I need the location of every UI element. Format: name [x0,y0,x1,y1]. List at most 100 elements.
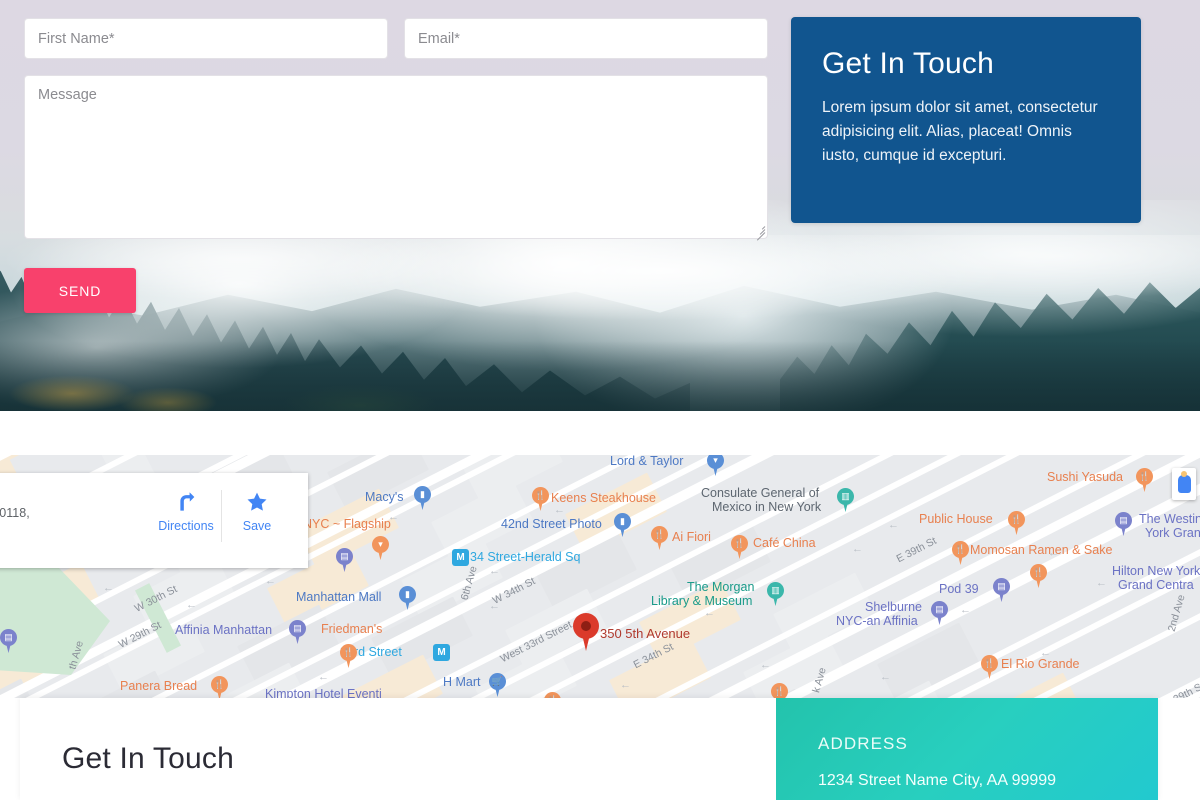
map-direction-arrow: ← [620,679,631,691]
map-poi-pin[interactable]: ▤ [289,620,306,644]
map-label: Kimpton Hotel Eventi [265,687,382,698]
send-button[interactable]: SEND [24,268,136,313]
contact-page: SEND Get In Touch Lorem ipsum dolor sit … [0,0,1200,800]
map-transit-marker[interactable]: M [433,644,450,661]
map-label: Public House [919,512,993,526]
map-poi-pin[interactable]: 🍴 [651,526,668,550]
map-label: Shelburne [865,600,922,614]
foreground-shrub-layer [0,341,1200,411]
map-direction-arrow: ← [318,671,329,683]
map-poi-pin[interactable]: ▤ [0,629,17,653]
save-label: Save [242,519,272,533]
email-input[interactable] [404,18,768,59]
map-direction-arrow: ← [554,504,565,516]
map-poi-pin[interactable]: ▤ [1115,512,1132,536]
first-name-input[interactable] [24,18,388,59]
map-direction-arrow: ← [103,582,114,594]
map-direction-arrow: ← [852,543,863,555]
map-card-title: 5th Ave [0,484,151,500]
bottom-heading: Get In Touch [62,742,234,775]
map-poi-pin[interactable]: ▮ [614,513,631,537]
map-label: NYC-an Affinia [836,614,918,628]
star-icon [222,486,292,518]
map-direction-arrow: ← [150,619,161,631]
map-poi-pin[interactable]: 🍴 [211,676,228,698]
map-poi-pin[interactable]: 🍴 [771,683,788,698]
map-poi-pin[interactable]: ▤ [931,601,948,625]
map-label: Hilton New York [1112,564,1200,578]
map-poi-pin[interactable]: 🍴 [1030,564,1047,588]
map-poi-pin[interactable]: 🍴 [1008,511,1025,535]
map-label: 42nd Street Photo [501,517,602,531]
map-poi-pin[interactable]: 🍴 [340,644,357,668]
address-value: 1234 Street Name City, AA 99999 [818,772,1057,789]
map-label: Friedman's [321,622,383,636]
map-label: Pod 39 [939,582,979,596]
directions-icon [151,486,221,518]
map-direction-arrow: ← [960,604,971,616]
map-poi-pin[interactable]: ▥ [837,488,854,512]
map-direction-arrow: ← [1040,647,1051,659]
map-poi-pin[interactable]: ▤ [336,548,353,572]
directions-button[interactable]: Directions [151,486,221,568]
map-label: Café China [753,536,816,550]
map-poi-pin[interactable]: ▮ [414,486,431,510]
map-label: Affinia Manhattan [175,623,273,637]
map-info-card: 5th Ave h Ave, New York, NY 10118, arger… [0,473,308,568]
map-poi-pin[interactable]: 🍴 [1136,468,1153,492]
get-in-touch-card: Get In Touch Lorem ipsum dolor sit amet,… [791,17,1141,223]
map-direction-arrow: ← [186,599,197,611]
map-label: The Morgan [687,580,755,594]
map-label: 350 5th Avenue [600,626,691,641]
map-poi-pin[interactable]: ▥ [767,582,784,606]
map-poi-pin[interactable]: 🍴 [731,535,748,559]
address-label: ADDRESS [818,734,908,753]
map-label: Sushi Yasuda [1047,470,1123,484]
map-card-address: h Ave, New York, NY 10118, [0,506,30,520]
map-poi-pin[interactable]: ▾ [372,536,389,560]
map-transit-marker[interactable]: M [452,549,469,566]
address-card: ADDRESS 1234 Street Name City, AA 99999 [776,698,1158,800]
map-label: Keens Steakhouse [551,491,656,505]
map-direction-arrow: ← [888,519,899,531]
map-direction-arrow: ← [704,607,715,619]
map-label: York Grand [1145,526,1200,540]
map-poi-pin[interactable]: 🛒 [489,673,506,697]
hero-section: SEND Get In Touch Lorem ipsum dolor sit … [0,0,1200,411]
map-poi-pin[interactable]: 🍴 [981,655,998,679]
map-label: Ai Fiori [672,530,711,544]
map-direction-arrow: ← [880,671,891,683]
map-label: Momosan Ramen & Sake [970,543,1113,557]
map-direction-arrow: ← [1048,547,1059,559]
map-direction-arrow: ← [489,600,500,612]
map-poi-pin[interactable]: ▾ [707,455,724,476]
map-poi-pin[interactable]: 🍴 [952,541,969,565]
map-label: 34 Street-Herald Sq [470,550,581,564]
map-label: NYC ~ Flagship [303,517,391,531]
get-in-touch-heading: Get In Touch [822,47,994,80]
directions-label: Directions [158,519,214,533]
map-direction-arrow: ← [489,565,500,577]
map-label: Grand Centra [1118,578,1194,592]
map-direction-arrow: ← [760,659,771,671]
message-row [24,75,768,241]
map-direction-arrow: ← [1096,577,1107,589]
map-label: H Mart [443,675,481,689]
map-poi-pin[interactable]: ▤ [993,578,1010,602]
map-label: Manhattan Mall [296,590,382,604]
map-address-marker[interactable] [573,613,599,651]
map-poi-pin[interactable]: 🍴 [532,487,549,511]
street-view-pegman-icon[interactable] [1172,468,1196,500]
section-gap [0,411,1200,455]
map-label: Panera Bread [120,679,198,693]
map-label: The Westin New [1139,512,1200,526]
save-button[interactable]: Save [222,486,292,568]
map-direction-arrow: ← [265,575,276,587]
map-label: Consulate General of [701,486,820,500]
contact-form: SEND [24,18,768,313]
message-textarea[interactable] [24,75,768,239]
map-direction-arrow: ← [388,511,399,523]
bottom-contact-panel: Get In Touch ADDRESS 1234 Street Name Ci… [20,698,1158,800]
map-poi-pin[interactable]: ▮ [399,586,416,610]
map-label: El Rio Grande [1001,657,1080,671]
